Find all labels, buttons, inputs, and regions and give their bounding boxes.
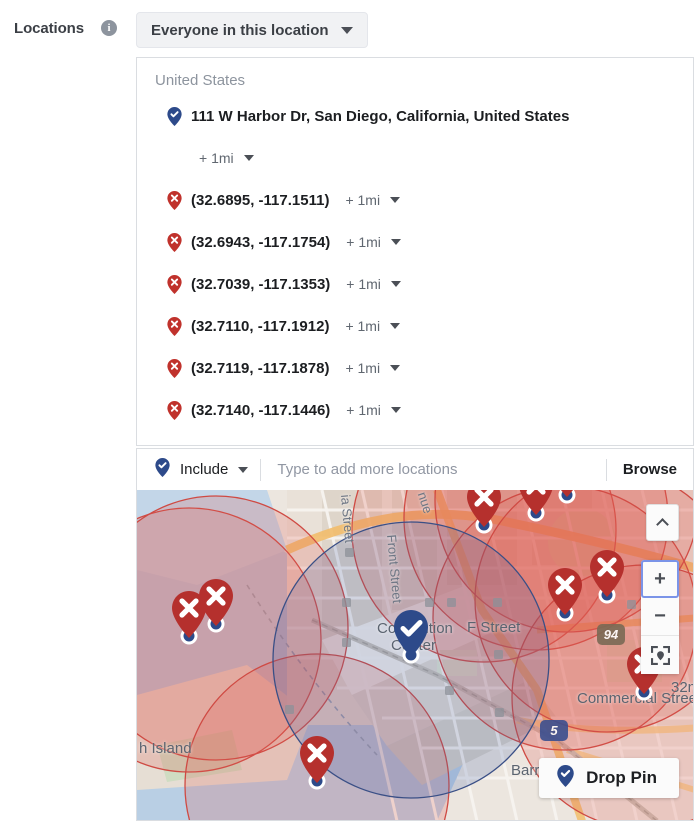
zoom-in-button[interactable]: + [641,560,679,598]
location-name: 111 W Harbor Dr, San Diego, California, … [191,107,570,125]
radius-label: + 1mi [345,318,381,334]
location-search-bar: Include Browse [136,448,694,491]
include-pin-icon[interactable] [388,608,434,666]
exclude-pin-icon[interactable] [544,490,590,506]
location-list-item[interactable]: (32.7110, -117.1912) + 1mi [137,305,693,347]
audience-scope-dropdown[interactable]: Everyone in this location [136,12,368,48]
recenter-icon [650,645,670,665]
radius-dropdown[interactable]: + 1mi [346,402,401,418]
exclude-pin-icon [165,190,183,210]
chevron-down-icon [390,407,401,413]
location-name: (32.6943, -117.1754) [191,233,331,251]
exclude-pin-icon[interactable] [193,577,239,635]
location-name: (32.7119, -117.1878) [191,359,330,377]
radius-label: + 1mi [345,192,381,208]
location-list-item[interactable]: (32.7140, -117.1446) + 1mi [137,389,693,431]
audience-scope-label: Everyone in this location [151,21,329,39]
radius-dropdown[interactable]: + 1mi [199,150,254,166]
radius-label: + 1mi [345,360,381,376]
exclude-pin-icon[interactable] [294,734,340,792]
map-collapse-button[interactable] [646,504,679,541]
exclude-pin-icon[interactable] [542,566,588,624]
radius-dropdown[interactable]: + 1mi [345,192,401,208]
location-name: (32.6895, -117.1511) [191,191,330,209]
locations-header: Locations i Everyone in this location [0,0,700,58]
chevron-down-icon [390,281,401,287]
recenter-button[interactable] [641,636,679,674]
locations-targeting-panel: Locations i Everyone in this location Un… [0,0,700,821]
include-pin-icon [155,457,170,482]
drop-pin-label: Drop Pin [586,768,657,787]
exclude-pin-icon [165,316,183,336]
drop-pin-button[interactable]: Drop Pin [539,758,679,798]
country-heading: United States [155,72,246,89]
radius-label: + 1mi [346,402,381,418]
include-pin-icon [165,106,183,126]
radius-dropdown[interactable]: + 1mi [345,318,401,334]
zoom-out-button[interactable]: − [641,598,679,636]
radius-dropdown[interactable]: + 1mi [346,276,401,292]
include-pin-icon [557,764,574,792]
exclude-pin-icon [165,232,183,252]
map-area[interactable]: h Islandia StreetFront StreetnueConventi… [136,490,694,821]
exclude-pin-icon [165,358,183,378]
chevron-down-icon [390,197,401,203]
location-list-item[interactable]: 111 W Harbor Dr, San Diego, California, … [137,95,693,137]
browse-button[interactable]: Browse [607,461,693,478]
radius-label: + 1mi [346,234,381,250]
page-title: Locations [14,20,84,37]
location-list: 111 W Harbor Dr, San Diego, California, … [137,95,693,445]
map-zoom-controls: + − [641,560,679,674]
radius-label: + 1mi [346,276,381,292]
radius-dropdown[interactable]: + 1mi [346,234,401,250]
location-list-item[interactable]: (32.6895, -117.1511) + 1mi [137,179,693,221]
chevron-down-icon [243,155,254,161]
location-name: (32.7110, -117.1912) [191,317,330,335]
location-radius-row: + 1mi [137,137,693,179]
radius-label: + 1mi [199,150,234,166]
chevron-down-icon [390,239,401,245]
chevron-down-icon [238,466,249,473]
location-list-panel: United States 111 W Harbor Dr, San Diego… [136,57,694,446]
exclude-pin-icon [165,274,183,294]
include-mode-dropdown[interactable]: Include [137,449,260,490]
location-list-item[interactable]: (32.7039, -117.1353) + 1mi [137,263,693,305]
location-list-item[interactable]: (32.7119, -117.1878) + 1mi [137,347,693,389]
location-list-item[interactable]: (32.6943, -117.1754) + 1mi [137,221,693,263]
highway-shield: 94 [597,624,625,645]
exclude-pin-icon [165,400,183,420]
chevron-down-icon [390,365,401,371]
include-mode-label: Include [180,461,229,478]
chevron-down-icon [340,26,353,34]
location-name: (32.7039, -117.1353) [191,275,331,293]
exclude-pin-icon[interactable] [461,490,507,536]
chevron-up-icon [656,518,669,531]
chevron-down-icon [390,323,401,329]
radius-dropdown[interactable]: + 1mi [345,360,401,376]
info-icon[interactable]: i [101,20,117,36]
search-input[interactable] [261,449,606,490]
location-name: (32.7140, -117.1446) [191,401,331,419]
highway-shield: 5 [540,720,568,741]
exclude-pin-icon[interactable] [584,548,630,606]
